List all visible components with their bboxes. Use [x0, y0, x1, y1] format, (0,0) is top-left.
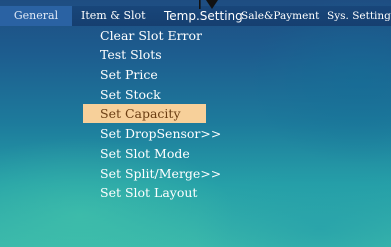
menu-item-set-slot-mode[interactable]: Set Slot Mode: [83, 144, 206, 163]
menu-item-set-dropsensor[interactable]: Set DropSensor>>: [83, 124, 221, 143]
screen: General Item & Slot Temp.Setting Sale&Pa…: [0, 0, 391, 247]
menu-item-test-slots[interactable]: Test Slots: [83, 45, 206, 64]
tab-sale-payment[interactable]: Sale&Payment: [241, 6, 319, 26]
menu-item-set-price[interactable]: Set Price: [83, 65, 206, 84]
tab-general[interactable]: General: [0, 6, 72, 26]
menu-item-set-capacity[interactable]: Set Capacity: [83, 104, 206, 123]
menu-item-set-split-merge[interactable]: Set Split/Merge>>: [83, 164, 221, 183]
pointer-arrow-icon: [199, 0, 218, 9]
menu-item-set-stock[interactable]: Set Stock: [83, 85, 206, 104]
tab-sys-setting[interactable]: Sys. Setting: [327, 6, 391, 26]
tab-item-slot[interactable]: Item & Slot: [81, 6, 146, 26]
menu-item-clear-slot-error[interactable]: Clear Slot Error: [83, 26, 206, 45]
menu-item-set-slot-layout[interactable]: Set Slot Layout: [83, 183, 206, 202]
